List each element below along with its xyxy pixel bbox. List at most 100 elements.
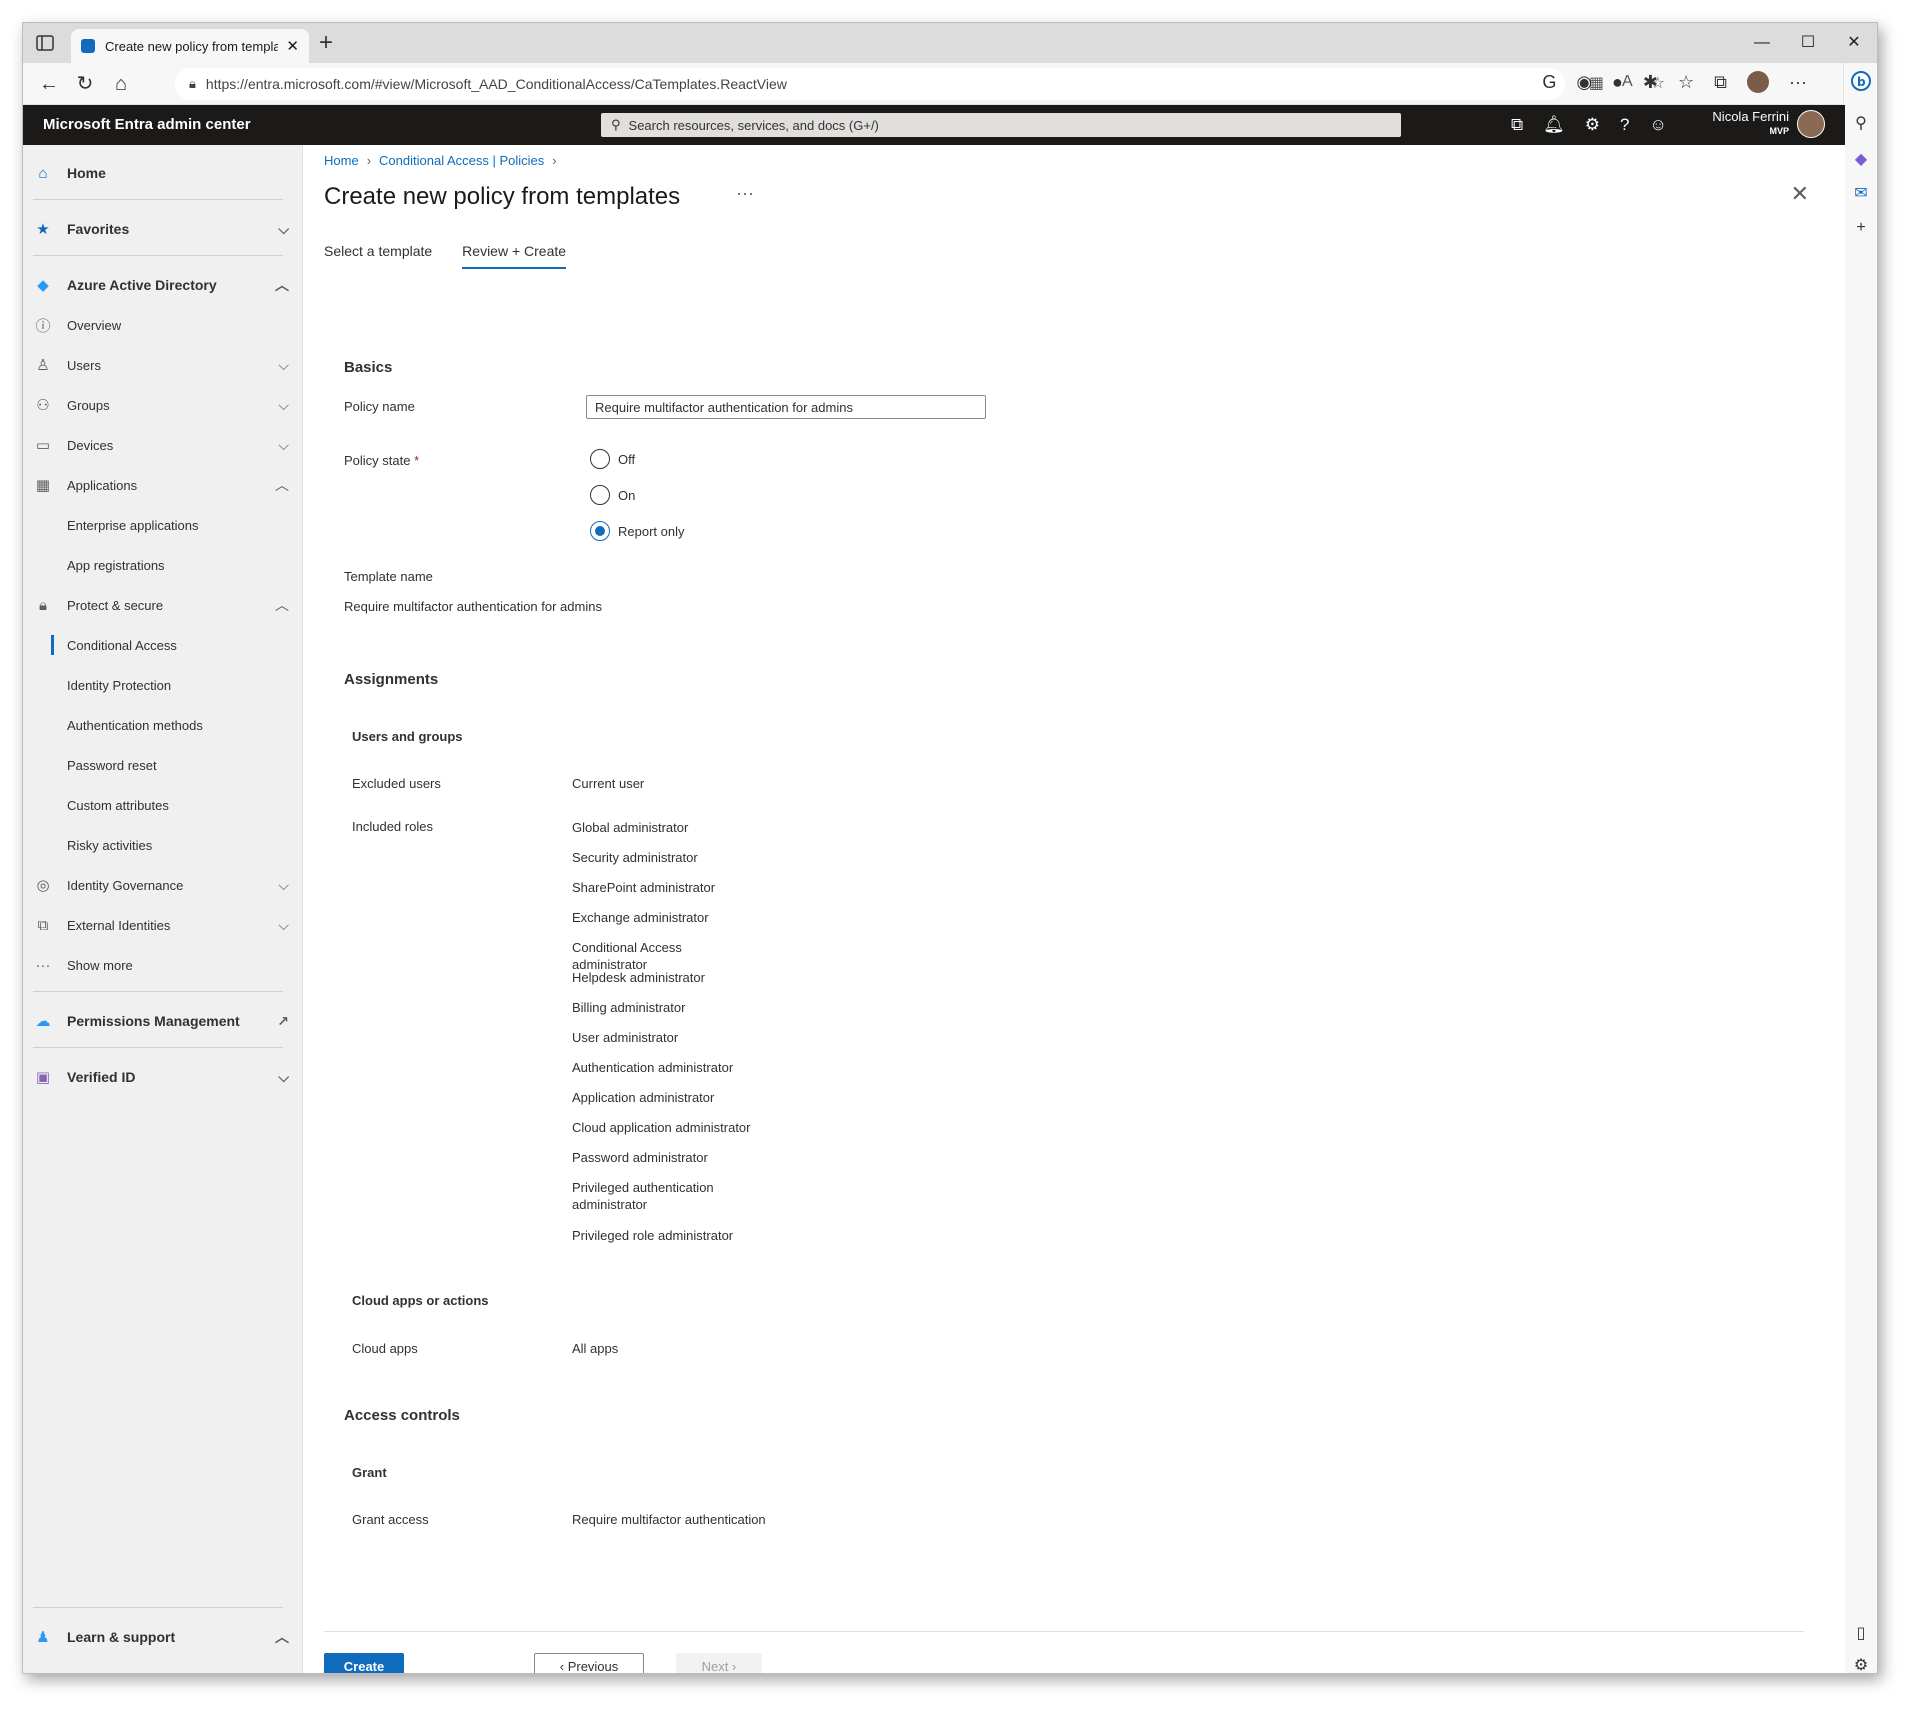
settings-more-icon[interactable]: ··· (1789, 72, 1807, 93)
nav-custom-attributes[interactable]: Custom attributes (23, 789, 303, 821)
tab-close-icon[interactable]: ✕ (286, 37, 299, 55)
collections-icon[interactable]: ⧉ (1714, 72, 1727, 93)
next-button[interactable]: Next › (676, 1653, 762, 1674)
settings-icon[interactable]: ⚙ (1585, 115, 1600, 135)
previous-button[interactable]: ‹ Previous (534, 1653, 644, 1674)
azure-ad-icon: ◆ (37, 277, 49, 294)
nav-overview[interactable]: ⓘ Overview (23, 307, 303, 343)
chevron-down-icon[interactable]: ⌵ (278, 437, 289, 454)
favorites-icon[interactable]: ☆ (1678, 72, 1694, 93)
maximize-icon[interactable]: ☐ (1785, 23, 1831, 63)
chevron-up-icon[interactable]: ︿ (275, 595, 289, 615)
chevron-up-icon[interactable]: ︿ (275, 475, 289, 495)
tab-actions-icon[interactable] (35, 33, 55, 53)
nav-password-reset[interactable]: Password reset (23, 749, 303, 781)
chevron-down-icon[interactable]: ⌵ (278, 917, 289, 934)
feedback-icon[interactable]: ☺ (1649, 115, 1666, 135)
nav-users[interactable]: ♙ Users ⌵ (23, 347, 303, 383)
account-menu[interactable]: Nicola Ferrini MVP (1712, 110, 1825, 138)
window-controls: — ☐ ✕ (1739, 23, 1877, 63)
radio-off-label: Off (618, 451, 636, 467)
nav-azure-ad[interactable]: ◆ Azure Active Directory ︿ (23, 267, 303, 303)
nav-enterprise-apps[interactable]: Enterprise applications (23, 509, 303, 541)
office-icon[interactable]: ◆ (1851, 149, 1871, 169)
policy-name-input[interactable] (586, 395, 986, 419)
sidebar-settings-icon[interactable]: ⚙ (1851, 1655, 1871, 1673)
chevron-right-icon: › (366, 153, 372, 168)
radio-off[interactable]: Off (590, 449, 635, 469)
nav-home[interactable]: ⌂ Home (23, 155, 303, 191)
grant-heading: Grant (352, 1465, 387, 1480)
nav-devices-label: Devices (67, 437, 114, 453)
nav-devices[interactable]: ▭ Devices ⌵ (23, 427, 303, 463)
split-screen-icon[interactable]: ▯ (1851, 1623, 1871, 1643)
more-options-icon[interactable]: ··· (736, 183, 754, 204)
help-icon[interactable]: ? (1620, 115, 1629, 135)
external-link-icon[interactable]: ↗ (277, 1013, 289, 1030)
nav-auth-methods[interactable]: Authentication methods (23, 709, 303, 741)
back-arrow-icon[interactable]: ← (35, 71, 63, 97)
window-close-icon[interactable]: ✕ (1831, 23, 1877, 63)
add-icon[interactable]: + (1851, 219, 1871, 239)
nav-governance-label: Identity Governance (67, 877, 184, 893)
radio-report-only-circle[interactable] (590, 521, 610, 541)
radio-off-circle[interactable] (590, 449, 610, 469)
breadcrumb-home[interactable]: Home (324, 153, 359, 168)
browser-tab-active[interactable]: Create new policy from template ✕ (71, 29, 309, 63)
nav-conditional-access[interactable]: Conditional Access (23, 629, 303, 661)
extensions-icon[interactable]: ✱ (1643, 72, 1658, 93)
chevron-down-icon[interactable]: ⌵ (278, 221, 289, 238)
home-icon[interactable]: ⌂ (107, 71, 135, 97)
search-icon[interactable]: ⚲ (1851, 113, 1871, 133)
nav-show-more[interactable]: ··· Show more (23, 947, 303, 983)
url-field[interactable]: 🔒︎ https://entra.microsoft.com/#view/Mic… (175, 68, 1565, 100)
extension-icon[interactable]: ● (1612, 72, 1623, 93)
profile-avatar[interactable] (1747, 71, 1770, 93)
tab-review-create[interactable]: Review + Create (462, 243, 567, 269)
new-tab-icon[interactable]: + (319, 29, 333, 57)
nav-favorites[interactable]: ★ Favorites ⌵ (23, 211, 303, 247)
cloud-shell-icon[interactable]: ⧉ (1511, 115, 1523, 135)
nav-groups[interactable]: ⚇ Groups ⌵ (23, 387, 303, 423)
radio-on-circle[interactable] (590, 485, 610, 505)
nav-risky-activities[interactable]: Risky activities (23, 829, 303, 861)
bing-icon[interactable]: b (1851, 71, 1871, 91)
cloud-icon: ☁ (35, 1013, 51, 1030)
global-search-input[interactable]: ⚲ Search resources, services, and docs (… (601, 113, 1401, 137)
notifications-icon[interactable]: 🔔︎ (1543, 115, 1565, 135)
app-title[interactable]: Microsoft Entra admin center (43, 116, 251, 133)
radio-on[interactable]: On (590, 485, 635, 505)
close-icon[interactable]: ✕ (1791, 181, 1809, 207)
chevron-down-icon[interactable]: ⌵ (278, 877, 289, 894)
nav-protect-secure[interactable]: 🔒︎ Protect & secure ︿ (23, 587, 303, 623)
refresh-icon[interactable]: ↻ (71, 71, 99, 97)
password-extension-icon[interactable]: ◉ (1576, 72, 1592, 93)
nav-app-registrations[interactable]: App registrations (23, 549, 303, 581)
chevron-down-icon[interactable]: ⌵ (278, 357, 289, 374)
nav-permissions-label: Permissions Management (67, 1013, 240, 1029)
nav-external-identities[interactable]: ⧉ External Identities ⌵ (23, 907, 303, 943)
more-icon: ··· (35, 956, 51, 974)
user-badge: MVP (1769, 126, 1789, 136)
nav-divider (33, 991, 283, 992)
radio-report-only[interactable]: Report only (590, 521, 684, 541)
nav-verified-id[interactable]: ▣ Verified ID ⌵ (23, 1059, 303, 1095)
minimize-icon[interactable]: — (1739, 23, 1785, 63)
excluded-users-value: Current user (572, 776, 645, 791)
nav-identity-governance[interactable]: ◎ Identity Governance ⌵ (23, 867, 303, 903)
chevron-down-icon[interactable]: ⌵ (278, 1069, 289, 1086)
nav-permissions-management[interactable]: ☁ Permissions Management ↗ (23, 1003, 303, 1039)
google-extension-icon[interactable]: G (1542, 72, 1556, 93)
chevron-up-icon[interactable]: ︿ (275, 275, 289, 295)
chevron-down-icon[interactable]: ⌵ (278, 397, 289, 414)
create-button[interactable]: Create (324, 1653, 404, 1673)
outlook-icon[interactable]: ✉ (1851, 183, 1871, 203)
nav-learn-support[interactable]: ♟ Learn & support ︿ (23, 1619, 303, 1655)
chevron-right-icon: › (728, 1658, 737, 1674)
nav-identity-protection[interactable]: Identity Protection (23, 669, 303, 701)
breadcrumb-ca-policies[interactable]: Conditional Access | Policies (379, 153, 544, 168)
nav-applications[interactable]: ▦ Applications ︿ (23, 467, 303, 503)
tab-select-template[interactable]: Select a template (324, 243, 432, 269)
chevron-up-icon[interactable]: ︿ (275, 1627, 289, 1647)
chevron-left-icon: ‹ (559, 1658, 568, 1674)
